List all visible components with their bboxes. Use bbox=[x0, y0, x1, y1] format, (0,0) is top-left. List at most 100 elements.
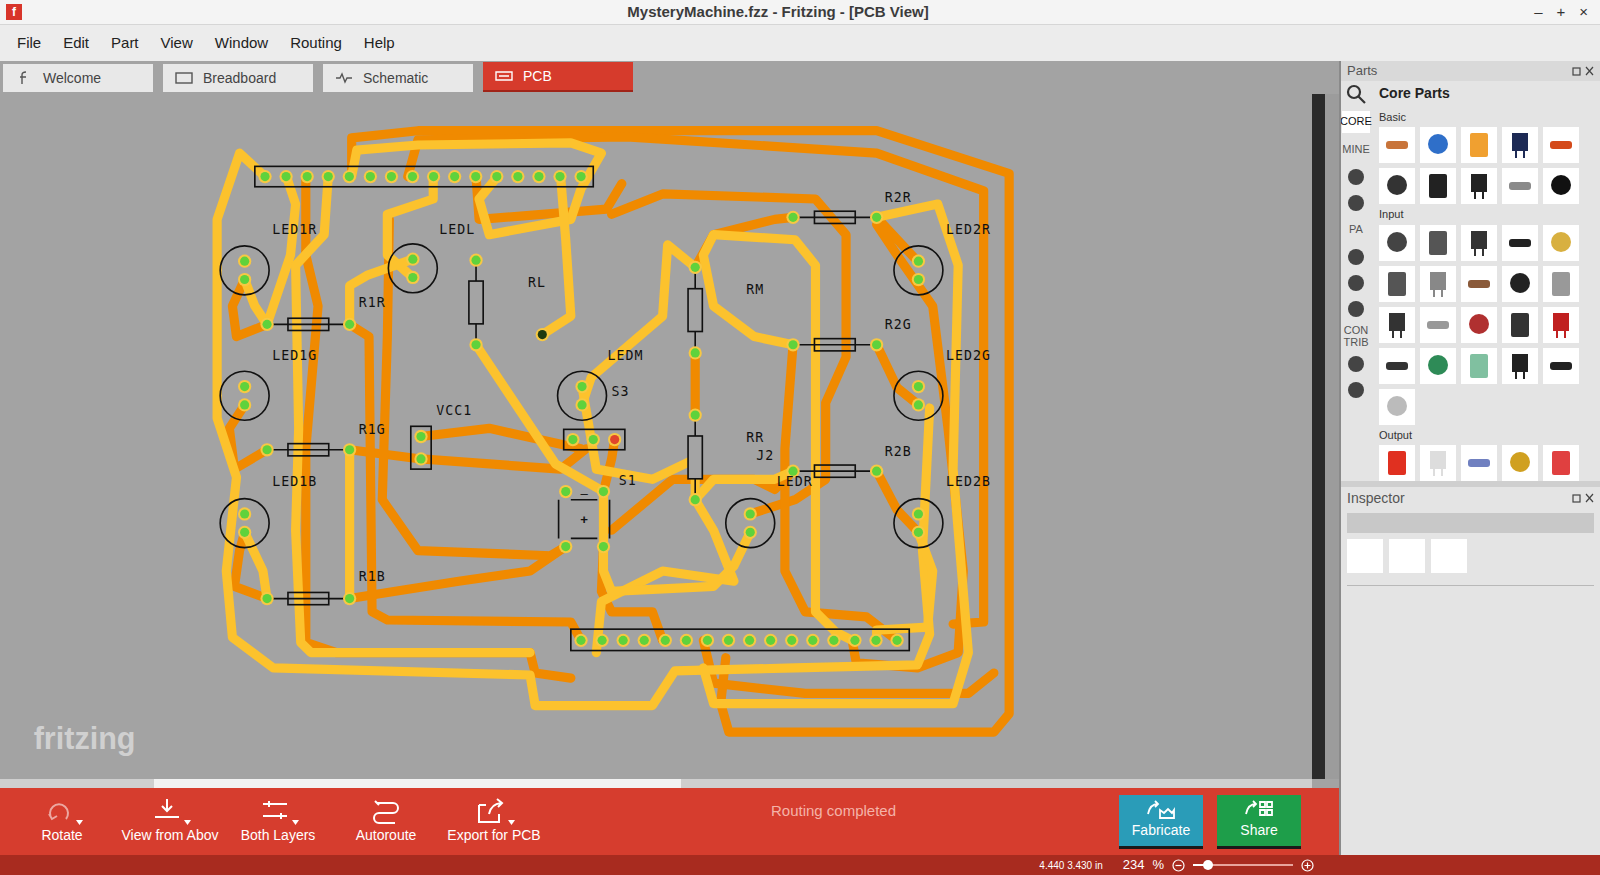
pad[interactable] bbox=[638, 634, 651, 647]
pad[interactable] bbox=[406, 170, 419, 183]
part-tile[interactable] bbox=[1420, 266, 1456, 302]
pad[interactable] bbox=[689, 261, 702, 274]
part-tile[interactable] bbox=[1379, 168, 1415, 204]
part-label[interactable]: RL bbox=[528, 275, 546, 290]
pad[interactable] bbox=[279, 170, 292, 183]
part-label[interactable]: R1R bbox=[359, 295, 386, 310]
part-label[interactable]: VCC1 bbox=[436, 403, 472, 418]
bin-tab[interactable]: MINE bbox=[1342, 139, 1370, 161]
top-trace[interactable] bbox=[350, 259, 413, 324]
bin-tab[interactable]: PA bbox=[1342, 219, 1370, 241]
led-outline[interactable] bbox=[894, 246, 943, 295]
bottom-trace[interactable] bbox=[234, 532, 267, 598]
pad[interactable] bbox=[587, 433, 600, 446]
pad[interactable] bbox=[608, 433, 621, 446]
led-outline[interactable] bbox=[388, 244, 437, 293]
part-tile[interactable] bbox=[1420, 445, 1456, 481]
horizontal-scrollbar[interactable] bbox=[0, 779, 1312, 788]
part-tile[interactable] bbox=[1379, 225, 1415, 261]
pad[interactable] bbox=[912, 273, 925, 286]
search-icon[interactable] bbox=[1345, 83, 1367, 105]
part-tile[interactable] bbox=[1543, 348, 1579, 384]
pad[interactable] bbox=[786, 338, 799, 351]
led-outline[interactable] bbox=[558, 371, 607, 420]
pad[interactable] bbox=[490, 170, 503, 183]
bottom-trace[interactable] bbox=[612, 194, 846, 514]
menu-item[interactable]: Help bbox=[355, 32, 404, 55]
pad[interactable] bbox=[559, 540, 572, 553]
part-tile[interactable] bbox=[1543, 307, 1579, 343]
switch-outline[interactable] bbox=[564, 429, 625, 449]
via[interactable] bbox=[536, 328, 549, 341]
part-tile[interactable] bbox=[1420, 225, 1456, 261]
bottom-trace[interactable] bbox=[352, 131, 1009, 732]
pad[interactable] bbox=[238, 507, 251, 520]
top-trace[interactable] bbox=[296, 177, 530, 653]
header-outline[interactable] bbox=[571, 629, 909, 650]
led-outline[interactable] bbox=[726, 499, 775, 548]
vcc-connector[interactable] bbox=[411, 426, 431, 469]
pad[interactable] bbox=[469, 338, 482, 351]
part-tile[interactable] bbox=[1461, 225, 1497, 261]
part-tile[interactable] bbox=[1502, 307, 1538, 343]
bottom-trace[interactable] bbox=[877, 471, 919, 532]
part-tile[interactable] bbox=[1379, 445, 1415, 481]
top-trace[interactable] bbox=[603, 492, 750, 592]
pad[interactable] bbox=[406, 253, 419, 266]
pad[interactable] bbox=[597, 540, 610, 553]
bin-tab[interactable]: CON TRIB bbox=[1342, 325, 1370, 348]
bottom-trace[interactable] bbox=[852, 224, 963, 667]
led-outline[interactable] bbox=[220, 246, 269, 295]
led-outline[interactable] bbox=[894, 499, 943, 548]
pad[interactable] bbox=[301, 170, 314, 183]
toolbar-button[interactable]: Both Layers bbox=[224, 797, 332, 846]
pad[interactable] bbox=[238, 526, 251, 539]
part-tile[interactable] bbox=[1543, 225, 1579, 261]
part-tile[interactable] bbox=[1502, 445, 1538, 481]
part-label[interactable]: J2 bbox=[756, 448, 774, 463]
pad[interactable] bbox=[238, 273, 251, 286]
pad[interactable] bbox=[689, 408, 702, 421]
pad[interactable] bbox=[764, 634, 777, 647]
menu-item[interactable]: Routing bbox=[281, 32, 351, 55]
menu-item[interactable]: Edit bbox=[54, 32, 98, 55]
part-tile[interactable] bbox=[1543, 445, 1579, 481]
pad[interactable] bbox=[238, 255, 251, 268]
pad[interactable] bbox=[511, 170, 524, 183]
pad[interactable] bbox=[364, 170, 377, 183]
menu-item[interactable]: Part bbox=[102, 32, 148, 55]
resistor-body[interactable] bbox=[688, 289, 702, 332]
pad[interactable] bbox=[617, 634, 630, 647]
pad[interactable] bbox=[597, 485, 610, 498]
part-tile[interactable] bbox=[1502, 225, 1538, 261]
float-icon[interactable] bbox=[1572, 493, 1594, 503]
pad[interactable] bbox=[848, 634, 861, 647]
zoom-out-icon[interactable] bbox=[1172, 859, 1185, 872]
menu-item[interactable]: View bbox=[152, 32, 202, 55]
pad[interactable] bbox=[532, 170, 545, 183]
bin-icon[interactable] bbox=[1346, 354, 1366, 374]
toolbar-button[interactable]: View from Abov bbox=[116, 797, 224, 846]
part-label[interactable]: LED1R bbox=[272, 222, 317, 237]
pad[interactable] bbox=[806, 634, 819, 647]
part-label[interactable]: RR bbox=[746, 430, 764, 445]
part-tile[interactable] bbox=[1461, 266, 1497, 302]
pad[interactable] bbox=[912, 526, 925, 539]
pad[interactable] bbox=[469, 170, 482, 183]
header-outline[interactable] bbox=[255, 166, 593, 186]
window-control[interactable]: + bbox=[1556, 1, 1565, 24]
part-tile[interactable] bbox=[1420, 168, 1456, 204]
pad[interactable] bbox=[448, 170, 461, 183]
pad[interactable] bbox=[574, 170, 587, 183]
top-trace[interactable] bbox=[245, 532, 267, 598]
part-tile[interactable] bbox=[1502, 127, 1538, 163]
toolbar-button[interactable]: Autoroute bbox=[332, 797, 440, 846]
pad[interactable] bbox=[343, 170, 356, 183]
part-tile[interactable] bbox=[1461, 348, 1497, 384]
toolbar-button[interactable]: Export for PCB bbox=[440, 797, 548, 846]
pad[interactable] bbox=[427, 170, 440, 183]
view-tab[interactable]: Schematic bbox=[323, 64, 473, 92]
top-trace[interactable] bbox=[542, 177, 571, 335]
bin-icon[interactable] bbox=[1346, 193, 1366, 213]
pad[interactable] bbox=[553, 170, 566, 183]
